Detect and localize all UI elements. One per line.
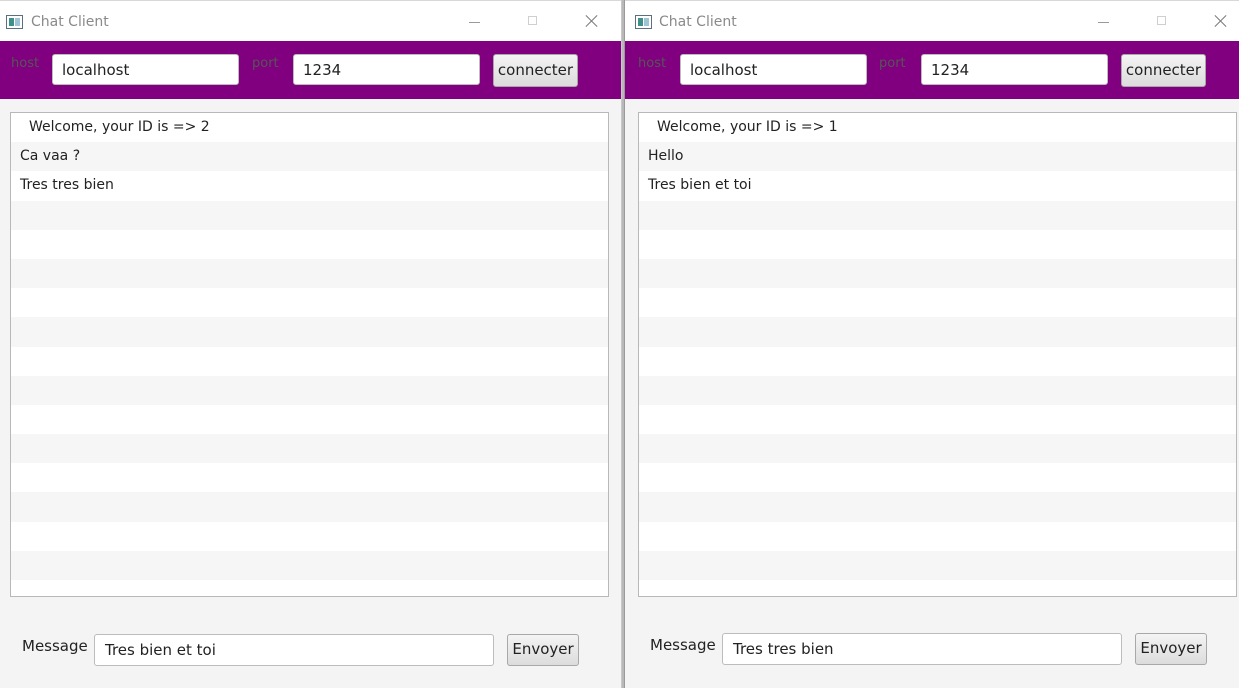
message-list[interactable]: Welcome, your ID is => 2 Ca vaa ? Tres t…	[10, 112, 609, 597]
message-list[interactable]: Welcome, your ID is => 1 Hello Tres bien…	[638, 112, 1237, 597]
list-item[interactable]: Hello	[639, 142, 1236, 172]
list-item-empty	[639, 288, 1236, 317]
host-input[interactable]: localhost	[52, 54, 239, 85]
list-item-empty	[639, 230, 1236, 259]
host-input[interactable]: localhost	[680, 54, 867, 85]
list-item-empty	[639, 463, 1236, 492]
list-item-empty	[11, 405, 608, 434]
list-item[interactable]: Tres bien et toi	[639, 171, 1236, 200]
send-button[interactable]: Envoyer	[507, 634, 579, 666]
connect-button[interactable]: connecter	[1121, 54, 1206, 87]
list-item-empty	[639, 258, 1236, 289]
connection-toolbar: host localhost port 1234 connecter	[0, 41, 621, 99]
title-bar: Chat Client	[0, 0, 621, 42]
list-item-empty	[11, 230, 608, 259]
list-item-empty	[639, 347, 1236, 376]
list-item[interactable]: Ca vaa ?	[11, 142, 608, 172]
maximize-icon[interactable]	[1147, 9, 1177, 35]
close-icon[interactable]	[577, 9, 607, 35]
app-icon	[635, 15, 652, 29]
list-item-empty	[11, 463, 608, 492]
message-label: Message	[650, 636, 716, 654]
list-item-empty	[639, 550, 1236, 580]
list-item-empty	[639, 492, 1236, 522]
message-label: Message	[22, 637, 88, 655]
list-item-empty	[639, 434, 1236, 464]
window-title: Chat Client	[31, 14, 109, 30]
port-input[interactable]: 1234	[921, 54, 1108, 85]
list-item-empty	[639, 405, 1236, 434]
port-label: port	[879, 56, 906, 71]
close-icon[interactable]	[1206, 9, 1236, 35]
minimize-icon[interactable]	[460, 9, 490, 35]
list-item-empty	[639, 522, 1236, 551]
connect-button[interactable]: connecter	[493, 54, 578, 87]
port-input[interactable]: 1234	[293, 54, 480, 85]
connection-toolbar: host localhost port 1234 connecter	[625, 41, 1239, 99]
list-item-empty	[11, 288, 608, 317]
port-label: port	[252, 56, 279, 71]
list-item-empty	[11, 434, 608, 464]
list-item-empty	[11, 492, 608, 522]
message-input[interactable]: Tres tres bien	[722, 633, 1122, 665]
host-label: host	[638, 56, 667, 71]
list-item[interactable]: Welcome, your ID is => 1	[639, 113, 1236, 142]
list-item-empty	[11, 550, 608, 580]
chat-client-window-right: Chat Client host localhost port 1234 con…	[624, 0, 1239, 688]
list-item-empty	[639, 200, 1236, 230]
minimize-icon[interactable]	[1089, 9, 1119, 35]
list-item-empty	[639, 317, 1236, 347]
list-item-empty	[11, 580, 608, 596]
host-label: host	[11, 56, 40, 71]
chat-client-window-left: Chat Client host localhost port 1234 con…	[0, 0, 622, 688]
list-item-empty	[11, 522, 608, 551]
list-item-empty	[639, 580, 1236, 596]
maximize-icon[interactable]	[518, 9, 548, 35]
list-item-empty	[639, 375, 1236, 405]
window-title: Chat Client	[659, 14, 737, 30]
send-button[interactable]: Envoyer	[1135, 633, 1207, 665]
list-item[interactable]: Tres tres bien	[11, 171, 608, 200]
list-item-empty	[11, 317, 608, 347]
list-item-empty	[11, 347, 608, 376]
message-input[interactable]: Tres bien et toi	[94, 634, 494, 666]
list-item[interactable]: Welcome, your ID is => 2	[11, 113, 608, 142]
app-icon	[6, 15, 23, 29]
list-item-empty	[11, 375, 608, 405]
list-item-empty	[11, 200, 608, 230]
title-bar: Chat Client	[625, 0, 1239, 42]
list-item-empty	[11, 258, 608, 289]
